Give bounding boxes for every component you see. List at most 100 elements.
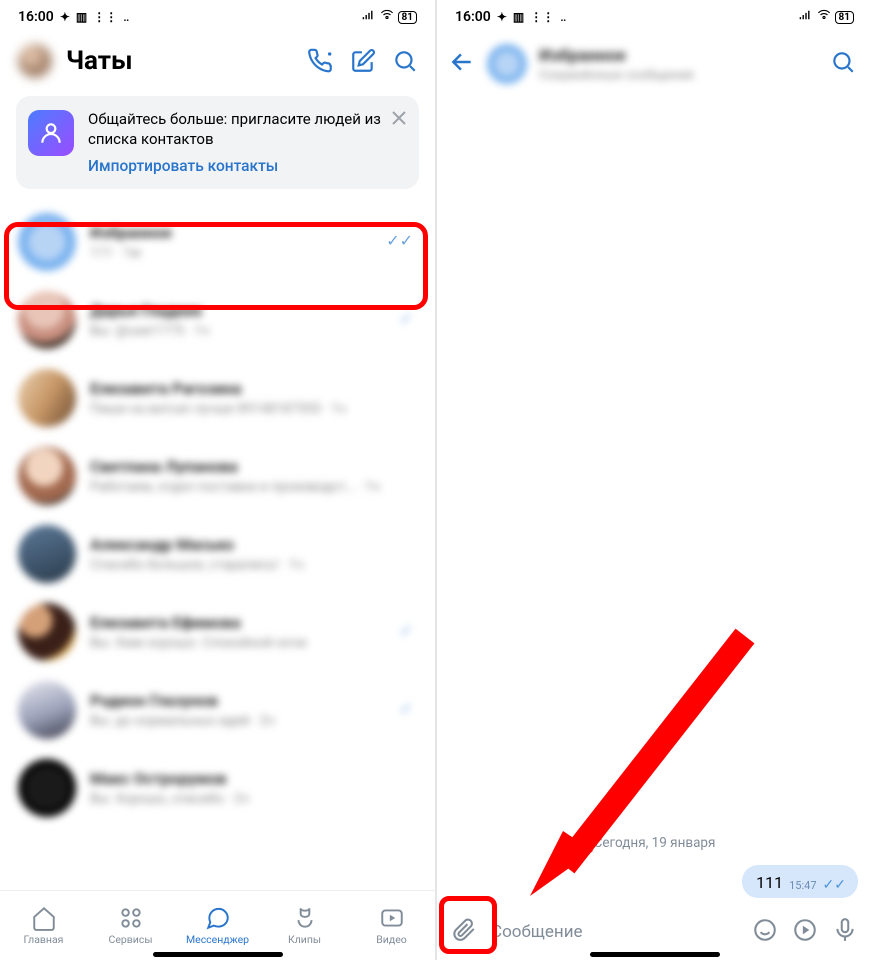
message-text: 111 [756,873,783,892]
chat-item[interactable]: Дарья Гладких Вы: @user1775 · 1ч ✓ [0,281,435,359]
chat-avatar [18,447,76,505]
close-icon[interactable] [391,110,407,130]
profile-avatar[interactable] [18,44,52,78]
message-row: 111 15:47 ✓✓ [451,865,858,898]
status-time: 16:00 [18,9,54,25]
status-more-icon: ‥ [123,10,129,24]
chat-preview: Пиши на ватсап лучше 89148187555 · 1ч [90,401,417,417]
back-button[interactable] [449,49,475,79]
sent-check-icon: ✓ [400,699,413,718]
audio-message-button[interactable] [792,917,818,947]
sent-check-icon: ✓ [400,309,413,328]
new-message-button[interactable] [349,47,377,75]
conversation-subtitle: Сохранённые сообщения [539,68,818,83]
nav-video[interactable]: Видео [348,891,435,960]
chat-avatar [18,681,76,739]
chat-name: Избранное [90,223,417,242]
nav-services[interactable]: Сервисы [87,891,174,960]
search-button[interactable] [391,47,419,75]
chat-preview: Вы: @user1775 · 1ч [90,323,417,339]
conversation-pane: 16:00 ✦ ▥ ⋮⋮ ‥ 81 Избранное Сохранённые … [437,0,872,960]
home-indicator [153,952,283,957]
contacts-icon [28,110,74,156]
chat-item[interactable]: Елизавета Рагозина Пиши на ватсап лучше 8… [0,359,435,437]
chat-avatar [18,213,76,271]
chat-item[interactable]: Александр Масько Спасибо большое, старали… [0,515,435,593]
status-bar: 16:00 ✦ ▥ ⋮⋮ ‥ 81 [0,0,435,30]
chat-list-pane: 16:00 ✦ ▥ ⋮⋮ ‥ 81 Чаты [0,0,435,960]
chat-preview: Вы: Хорошо, спасибо · 2ч [90,791,417,807]
attach-button[interactable] [451,917,477,947]
conversation-name: Избранное [539,46,818,66]
chat-item[interactable]: Елизавета Ефимова Вы: Хмм хорошо. Спокойн… [0,593,435,671]
chat-name: Дарья Гладких [90,301,417,320]
chat-preview: 111 · 1м [90,245,417,261]
conversation-title-block[interactable]: Избранное Сохранённые сообщения [539,46,818,83]
conversation-header: Избранное Сохранённые сообщения [437,30,872,94]
invite-card: Общайтесь больше: пригласите людей из сп… [16,96,419,189]
nav-clips[interactable]: Клипы [261,891,348,960]
sent-check-icon: ✓ [400,621,413,640]
wifi-icon [817,8,831,26]
nav-label: Мессенджер [186,933,249,946]
chat-avatar [18,369,76,427]
signal-icon [362,8,376,26]
chat-preview: Вы: до нормальных идей · 2ч [90,713,417,729]
chat-name: Родион Глазунов [90,691,417,710]
nav-label: Видео [376,933,407,946]
chat-item[interactable]: Светлана Лупанова Работаем, отдел поставк… [0,437,435,515]
chat-item-favorites[interactable]: Избранное 111 · 1м ✓✓ [0,203,435,281]
chat-preview: Вы: Хмм хорошо. Спокойной ночи [90,635,417,651]
message-input[interactable]: Сообщение [491,922,738,942]
voice-button[interactable] [832,917,858,947]
nav-label: Сервисы [108,933,152,946]
search-in-chat-button[interactable] [830,49,856,79]
status-bar: 16:00 ✦ ▥ ⋮⋮ ‥ 81 [437,0,872,30]
status-time: 16:00 [455,9,491,25]
nav-home[interactable]: Главная [0,891,87,960]
chat-name: Елизавета Ефимова [90,613,417,632]
status-notif-icon: ✦ [497,10,507,24]
status-notif-icon: ✦ [60,10,70,24]
nav-label: Клипы [288,933,321,946]
chat-preview: Спасибо большое, старались! · 1ч [90,557,417,573]
chat-avatar [18,603,76,661]
status-more-icon: ‥ [560,10,566,24]
status-net-icon: ⋮⋮ [93,10,117,24]
conversation-avatar[interactable] [487,44,527,84]
chat-list[interactable]: Избранное 111 · 1м ✓✓ Дарья ГладкихВы: @… [0,195,435,890]
chat-preview: Работаем, отдел поставки и производст… ·… [90,479,417,495]
chat-avatar [18,291,76,349]
page-title: Чаты [66,46,293,76]
chat-item[interactable]: Родион Глазунов Вы: до нормальных идей · … [0,671,435,749]
nav-label: Главная [24,933,64,946]
new-call-button[interactable] [307,47,335,75]
read-check-icon: ✓✓ [823,878,846,892]
battery-icon: 81 [398,11,417,24]
chat-name: Елизавета Рагозина [90,379,417,398]
chat-name: Светлана Лупанова [90,457,417,476]
status-net-icon: ⋮⋮ [530,10,554,24]
chats-header: Чаты [0,30,435,88]
chat-avatar [18,759,76,817]
bottom-nav: Главная Сервисы Мессенджер Клипы Видео [0,890,435,960]
invite-text: Общайтесь больше: пригласите людей из сп… [88,110,407,149]
nav-messenger[interactable]: Мессенджер [174,891,261,960]
outgoing-message[interactable]: 111 15:47 ✓✓ [742,865,858,898]
emoji-button[interactable] [752,917,778,947]
import-contacts-link[interactable]: Импортировать контакты [88,157,407,175]
battery-icon: 81 [835,11,854,24]
wifi-icon [380,8,394,26]
chat-item[interactable]: Макс Острорумов Вы: Хорошо, спасибо · 2ч [0,749,435,827]
signal-icon [799,8,813,26]
status-sim-icon: ▥ [76,10,87,24]
messages-area[interactable]: Сегодня, 19 января 111 15:47 ✓✓ [437,94,872,904]
date-separator: Сегодня, 19 января [451,835,858,851]
chat-name: Александр Масько [90,535,417,554]
status-sim-icon: ▥ [513,10,524,24]
chat-avatar [18,525,76,583]
chat-name: Макс Острорумов [90,769,417,788]
message-time: 15:47 [789,879,816,892]
read-check-icon: ✓✓ [386,231,413,250]
home-indicator [590,952,720,957]
